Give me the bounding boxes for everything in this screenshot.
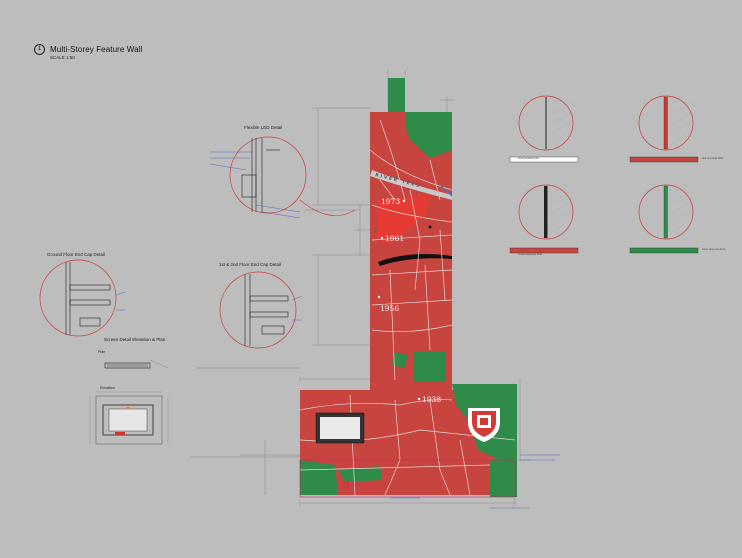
top-stem-green	[388, 78, 405, 112]
flexible-led-detail	[209, 136, 356, 219]
legend-swatch	[509, 247, 579, 254]
drawing-scale: SCALE 1:50	[50, 55, 75, 60]
year-label: 1973	[381, 197, 400, 206]
legend-note: Clear laminate finish	[518, 158, 539, 160]
screen-detail	[89, 362, 169, 445]
feature-wall-map: RIVER TEES 1973 1961 1956 1938	[299, 78, 517, 498]
year-label: 1961	[385, 234, 404, 243]
legend-swatch	[629, 156, 699, 163]
screen-detail-title: Screen Detail Elevation & Plan	[104, 337, 166, 342]
flexible-led-detail-title: Flexible LED Detail	[244, 125, 283, 130]
year-label: 1938	[422, 395, 441, 404]
base-green-bottom	[490, 460, 517, 497]
elevation-label: Elevation	[100, 386, 115, 390]
base-green-left	[300, 460, 338, 495]
drawing-title: Multi-Storey Feature Wall	[50, 45, 143, 54]
green-patch	[414, 352, 446, 382]
legend-note: Printed wall panel finish	[518, 254, 543, 256]
drawing-number: 1	[34, 44, 45, 55]
legend-note: Green vinyl wrap finish	[702, 249, 726, 251]
screen-panel	[320, 417, 360, 439]
plan-label: Plan	[98, 350, 106, 354]
upper-floor-end-cap-detail	[219, 271, 303, 349]
drawing-sheet: RIVER TEES 1973 1961 1956 1938	[39, 70, 699, 509]
legend-swatch	[629, 247, 699, 254]
year-label: 1956	[380, 304, 399, 313]
finish-legend	[509, 94, 699, 254]
ground-floor-end-cap-detail	[39, 259, 126, 337]
upper-floor-end-cap-title: 1st & 2nd Floor End Cap Detail	[219, 262, 282, 267]
legend-note: Red vinyl wrap finish	[702, 158, 724, 160]
ground-floor-end-cap-title: Ground Floor End Cap Detail	[47, 252, 106, 257]
